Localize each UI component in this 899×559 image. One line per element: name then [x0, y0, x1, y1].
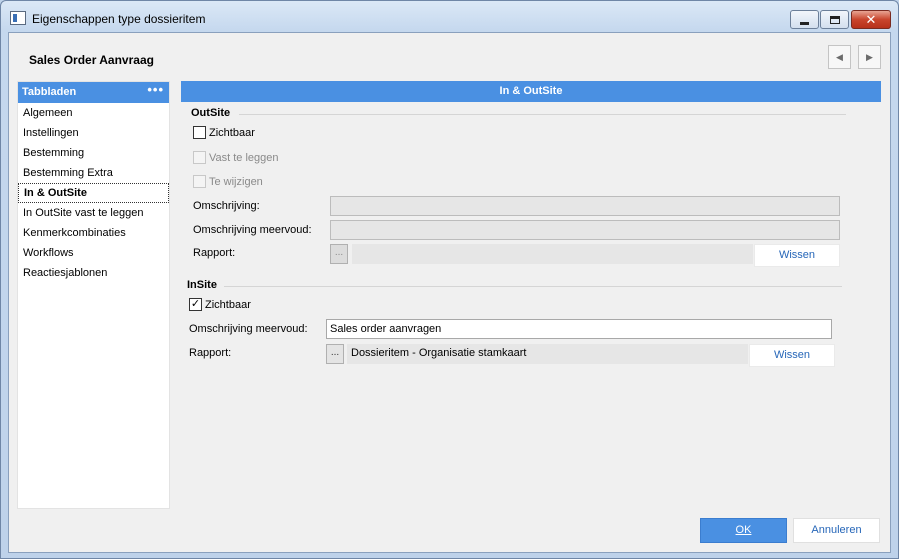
outsite-te-wijzigen-label: Te wijzigen — [209, 175, 263, 188]
sidebar-item-kenmerkcombinaties[interactable]: Kenmerkcombinaties — [18, 223, 169, 243]
title-bar[interactable]: Eigenschappen type dossieritem ✕ — [1, 1, 898, 31]
chevron-left-icon: ◀ — [836, 51, 843, 62]
panel-title: In & OutSite — [181, 81, 881, 102]
page-title: Sales Order Aanvraag — [29, 53, 154, 67]
outsite-vast-te-leggen-checkbox-row[interactable]: Vast te leggen — [193, 151, 279, 164]
outsite-omschrijving-label: Omschrijving: — [193, 200, 260, 212]
outsite-rapport-field — [352, 244, 753, 264]
sidebar-title: Tabbladen — [22, 86, 77, 98]
insite-rapport-field: Dossieritem - Organisatie stamkaart — [347, 344, 748, 364]
dialog-client-area: Sales Order Aanvraag ◀ ▶ Tabbladen ••• A… — [8, 32, 891, 553]
insite-zichtbaar-label: Zichtbaar — [205, 298, 251, 311]
outsite-rapport-label: Rapport: — [193, 247, 236, 259]
outsite-section-title: OutSite — [191, 107, 231, 119]
sidebar-item-bestemming-extra[interactable]: Bestemming Extra — [18, 163, 169, 183]
outsite-section-divider — [239, 114, 846, 115]
outsite-vast-te-leggen-checkbox[interactable] — [193, 151, 206, 164]
cancel-button-label: Annuleren — [811, 524, 862, 536]
sidebar-item-workflows[interactable]: Workflows — [18, 243, 169, 263]
outsite-omschrijving-meervoud-field[interactable] — [330, 220, 840, 240]
minimize-icon — [800, 21, 809, 25]
insite-zichtbaar-checkbox[interactable]: ✓ — [189, 298, 202, 311]
tab-sidebar: Tabbladen ••• Algemeen Instellingen Best… — [17, 81, 170, 509]
more-options-icon[interactable]: ••• — [147, 82, 164, 97]
insite-omschrijving-meervoud-field[interactable]: Sales order aanvragen — [326, 319, 832, 339]
cancel-button[interactable]: Annuleren — [793, 518, 880, 543]
outsite-omschrijving-meervoud-label: Omschrijving meervoud: — [193, 224, 312, 236]
outsite-rapport-browse-button[interactable]: ... — [330, 244, 348, 264]
checkmark-icon: ✓ — [190, 298, 201, 310]
sidebar-item-in-outsite-vast-te-leggen[interactable]: In OutSite vast te leggen — [18, 203, 169, 223]
insite-rapport-browse-button[interactable]: ... — [326, 344, 344, 364]
sidebar-item-in-outsite[interactable]: In & OutSite — [18, 183, 169, 203]
close-button[interactable]: ✕ — [851, 10, 891, 29]
ok-button-label: OK — [735, 524, 752, 536]
outsite-wissen-button[interactable]: Wissen — [754, 244, 840, 267]
close-icon: ✕ — [865, 11, 877, 27]
insite-omschrijving-meervoud-label: Omschrijving meervoud: — [189, 323, 308, 335]
chevron-right-icon: ▶ — [866, 51, 873, 62]
sidebar-item-bestemming[interactable]: Bestemming — [18, 143, 169, 163]
ok-button[interactable]: OK — [700, 518, 787, 543]
insite-zichtbaar-checkbox-row[interactable]: ✓ Zichtbaar — [189, 298, 251, 311]
sidebar-header: Tabbladen ••• — [18, 82, 169, 103]
minimize-button[interactable] — [790, 10, 819, 29]
outsite-zichtbaar-checkbox[interactable] — [193, 126, 206, 139]
insite-section-divider — [224, 286, 842, 287]
sidebar-item-reactiesjablonen[interactable]: Reactiesjablonen — [18, 263, 169, 283]
outsite-omschrijving-field[interactable] — [330, 196, 840, 216]
insite-rapport-label: Rapport: — [189, 347, 232, 359]
sidebar-item-algemeen[interactable]: Algemeen — [18, 103, 169, 123]
previous-button[interactable]: ◀ — [828, 45, 851, 69]
maximize-icon — [829, 15, 840, 24]
outsite-vast-te-leggen-label: Vast te leggen — [209, 151, 279, 164]
sidebar-item-instellingen[interactable]: Instellingen — [18, 123, 169, 143]
outsite-zichtbaar-checkbox-row[interactable]: Zichtbaar — [193, 126, 255, 139]
window-title: Eigenschappen type dossieritem — [32, 12, 206, 26]
maximize-button[interactable] — [820, 10, 849, 29]
outsite-zichtbaar-label: Zichtbaar — [209, 126, 255, 139]
outsite-te-wijzigen-checkbox-row[interactable]: Te wijzigen — [193, 175, 263, 188]
dialog-window: Eigenschappen type dossieritem ✕ Sales O… — [0, 0, 899, 559]
window-icon — [10, 11, 26, 25]
next-button[interactable]: ▶ — [858, 45, 881, 69]
insite-section-title: InSite — [187, 279, 217, 291]
insite-wissen-button[interactable]: Wissen — [749, 344, 835, 367]
outsite-te-wijzigen-checkbox[interactable] — [193, 175, 206, 188]
